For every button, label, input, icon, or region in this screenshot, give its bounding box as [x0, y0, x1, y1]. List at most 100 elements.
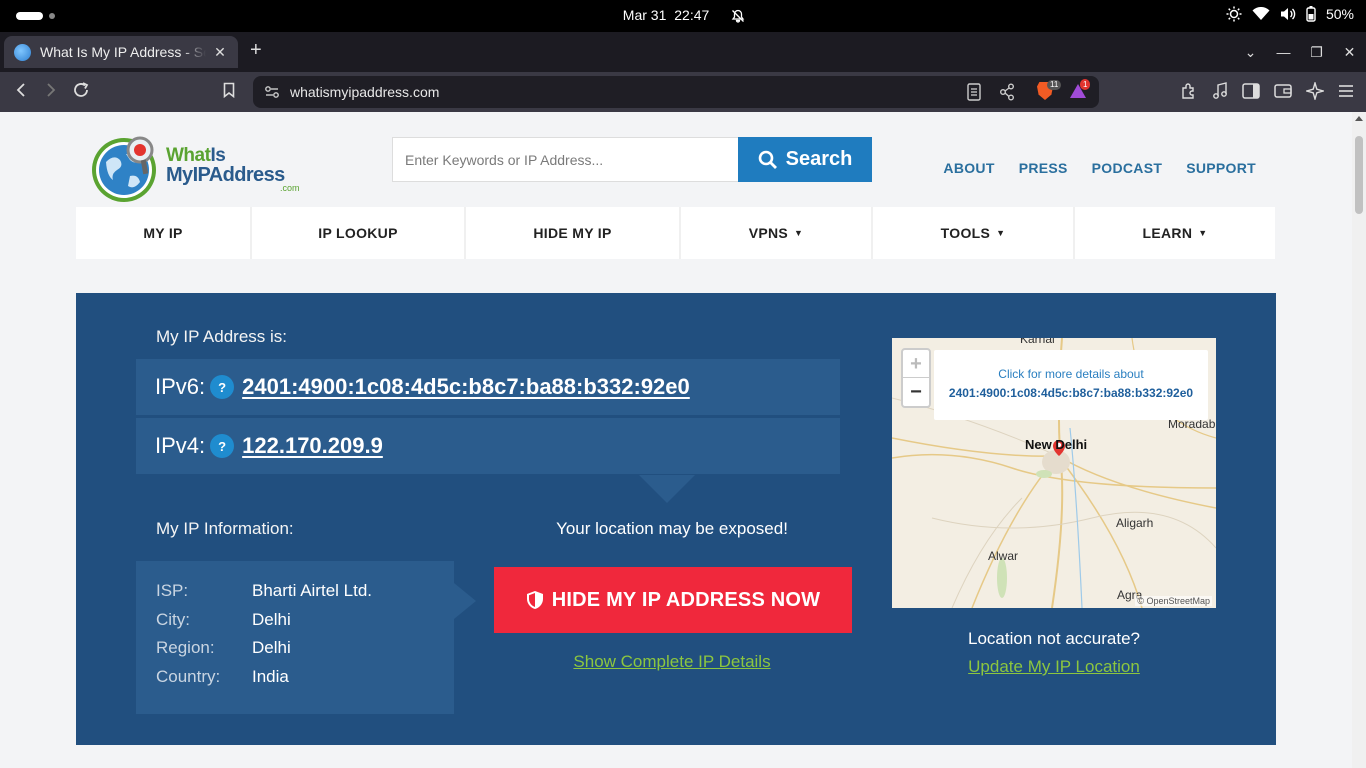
brightness-icon	[1226, 6, 1242, 22]
notifications-muted-icon	[731, 10, 745, 23]
rewards-count-badge: 1	[1080, 79, 1091, 90]
extensions-puzzle-icon[interactable]	[1180, 82, 1198, 100]
show-complete-details-link[interactable]: Show Complete IP Details	[494, 652, 850, 672]
nav-vpns[interactable]: VPNS ▼	[681, 207, 873, 259]
link-about[interactable]: ABOUT	[943, 160, 994, 176]
forward-arrow-icon	[47, 83, 56, 97]
ipv4-row: IPv4: ? 122.170.209.9	[136, 418, 840, 474]
tab-close-icon[interactable]: ✕	[212, 44, 228, 61]
logo-text-dotcom: .com	[280, 183, 300, 193]
clock-time: 22:47	[674, 7, 710, 23]
page-scrollbar[interactable]	[1352, 112, 1366, 768]
site-logo[interactable]: WhatIs MyIPAddress .com	[90, 132, 300, 204]
shields-count-badge: 11	[1047, 80, 1062, 90]
map-city-karnal: Karnal	[1020, 338, 1055, 346]
ipv4-label: IPv4:	[155, 433, 206, 458]
sidebar-toggle-icon[interactable]	[1242, 83, 1260, 99]
map-city-new-delhi: New Delhi	[1025, 437, 1088, 452]
reload-icon	[74, 82, 89, 97]
maximize-button[interactable]: ❐	[1300, 44, 1333, 61]
site-search: Search	[392, 137, 872, 182]
site-settings-icon[interactable]	[264, 84, 280, 100]
minimize-button[interactable]: —	[1267, 44, 1300, 60]
tab-list-chevron-icon[interactable]: ⌄	[1234, 44, 1267, 61]
hide-button-label: HIDE MY IP ADDRESS NOW	[551, 588, 821, 611]
map-popup-ip-link[interactable]: 2401:4900:1c08:4d5c:b8c7:ba88:b332:92e0	[934, 386, 1208, 400]
bookmark-icon	[223, 82, 235, 99]
info-row-region: Region: Delhi	[156, 638, 454, 667]
reader-mode-icon[interactable]	[967, 83, 981, 101]
tab-strip: What Is My IP Address - See Your Public …	[0, 32, 1366, 72]
link-support[interactable]: SUPPORT	[1186, 160, 1256, 176]
system-tray[interactable]: 50%	[1226, 6, 1354, 22]
nav-my-ip[interactable]: MY IP	[76, 207, 252, 259]
ipv6-address-link[interactable]: 2401:4900:1c08:4d5c:b8c7:ba88:b332:92e0	[242, 374, 690, 400]
logo-text-myipaddress: MyIPAddress	[166, 164, 285, 186]
exposed-warning: Your location may be exposed!	[556, 519, 788, 538]
map-popup[interactable]: Click for more details about 2401:4900:1…	[934, 350, 1208, 420]
info-key: ISP:	[156, 581, 189, 600]
window-controls: ⌄ — ❐ ✕	[1234, 32, 1366, 72]
nav-label: TOOLS	[940, 225, 991, 241]
nav-hide-my-ip[interactable]: HIDE MY IP	[466, 207, 681, 259]
zoom-out-button[interactable]: −	[903, 378, 929, 406]
location-not-accurate-text: Location not accurate?	[967, 629, 1140, 648]
dropdown-caret-icon: ▼	[1198, 228, 1208, 238]
info-row-city: City: Delhi	[156, 610, 454, 639]
update-location-link[interactable]: Update My IP Location	[892, 657, 1216, 677]
ipv6-help-icon[interactable]: ?	[210, 375, 235, 399]
url-text[interactable]: whatismyipaddress.com	[290, 84, 439, 100]
search-button[interactable]: Search	[738, 137, 872, 182]
nav-ip-lookup[interactable]: IP LOOKUP	[252, 207, 466, 259]
logo-globe-magnifier-icon	[92, 136, 156, 202]
reload-button[interactable]	[73, 82, 91, 103]
share-icon[interactable]	[999, 83, 1015, 101]
volume-icon	[1280, 8, 1296, 20]
search-input[interactable]	[392, 137, 739, 182]
link-press[interactable]: PRESS	[1019, 160, 1068, 176]
clock-date: Mar 31	[622, 7, 667, 23]
nav-label: HIDE MY IP	[533, 225, 612, 241]
ipv4-address-link[interactable]: 122.170.209.9	[242, 433, 383, 459]
ipv4-help-icon[interactable]: ?	[210, 434, 235, 458]
nav-label: LEARN	[1142, 225, 1193, 241]
close-window-button[interactable]: ✕	[1333, 44, 1366, 61]
hamburger-menu-icon[interactable]	[1338, 84, 1354, 98]
ip-info-heading: My IP Information:	[156, 519, 294, 538]
nav-learn[interactable]: LEARN ▼	[1075, 207, 1275, 259]
info-row-isp: ISP: Bharti Airtel Ltd.	[156, 581, 454, 610]
zoom-in-button[interactable]: +	[903, 350, 929, 378]
nav-tools[interactable]: TOOLS ▼	[873, 207, 1075, 259]
ip-box-pointer	[639, 475, 695, 503]
info-value-isp: Bharti Airtel Ltd.	[252, 581, 373, 600]
info-value-region: Delhi	[252, 638, 291, 657]
globe-favicon-icon	[14, 43, 31, 61]
scroll-up-arrow-icon[interactable]	[1355, 116, 1363, 121]
media-music-icon[interactable]	[1212, 82, 1228, 100]
location-map[interactable]: Karnal New Delhi Moradab Aligarh Alwar A…	[892, 338, 1216, 608]
my-ip-heading: My IP Address is:	[156, 327, 288, 346]
dropdown-caret-icon: ▼	[794, 228, 804, 238]
map-attribution[interactable]: © OpenStreetMap	[1135, 596, 1212, 606]
map-zoom-control: + −	[901, 348, 931, 408]
browser-tab-active[interactable]: What Is My IP Address - See Your Public …	[4, 36, 238, 68]
hide-my-ip-button[interactable]: HIDE MY IP ADDRESS NOW	[494, 567, 852, 633]
address-bar[interactable]: whatismyipaddress.com 11 1	[253, 76, 1099, 108]
back-button[interactable]	[14, 82, 28, 103]
ipv6-row: IPv6: ? 2401:4900:1c08:4d5c:b8c7:ba88:b3…	[136, 359, 840, 415]
forward-button[interactable]	[44, 82, 58, 103]
dropdown-caret-icon: ▼	[996, 228, 1006, 238]
scrollbar-thumb[interactable]	[1355, 136, 1363, 214]
wifi-icon	[1252, 7, 1270, 20]
link-podcast[interactable]: PODCAST	[1092, 160, 1163, 176]
wallet-icon[interactable]	[1274, 83, 1292, 99]
clock[interactable]: Mar 31 22:47	[0, 7, 1366, 23]
nav-label: IP LOOKUP	[318, 225, 398, 241]
map-popup-text: Click for more details about	[998, 367, 1144, 381]
bookmark-button[interactable]	[222, 82, 236, 103]
new-tab-button[interactable]: +	[250, 40, 262, 60]
leo-ai-sparkle-icon[interactable]	[1306, 82, 1324, 100]
info-key: Country:	[156, 666, 221, 686]
map-city-alwar: Alwar	[988, 549, 1019, 563]
info-key: City:	[156, 609, 190, 629]
